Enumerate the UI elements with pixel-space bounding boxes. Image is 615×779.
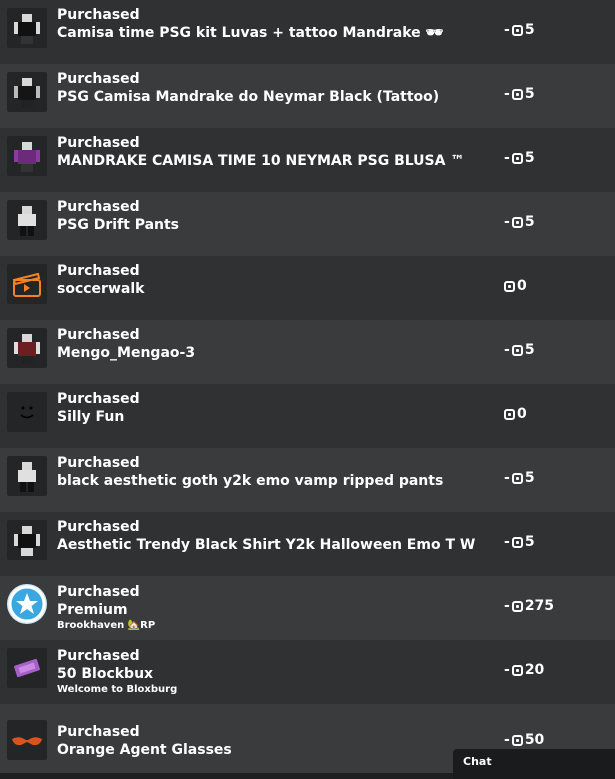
- price-value: 5: [524, 470, 535, 486]
- minus-sign: -: [504, 86, 510, 102]
- transaction-status: Purchased: [57, 7, 140, 23]
- face-thumbnail[interactable]: [7, 392, 47, 432]
- pants-thumbnail[interactable]: [7, 200, 47, 240]
- red-shirt-thumbnail[interactable]: [7, 328, 47, 368]
- transaction-status: Purchased: [57, 519, 140, 535]
- transaction-status: Purchased: [57, 584, 140, 600]
- black-shirt-thumbnail[interactable]: [7, 520, 47, 560]
- robux-icon: [511, 734, 523, 746]
- price-value: 20: [524, 662, 545, 678]
- pants-thumbnail[interactable]: [7, 456, 47, 496]
- price-value: 275: [524, 598, 555, 614]
- black-shirt-thumbnail[interactable]: [7, 8, 47, 48]
- chat-label: Chat: [463, 755, 492, 768]
- price: -20: [504, 662, 544, 678]
- price-value: 5: [524, 214, 535, 230]
- blockbux-ticket[interactable]: [7, 648, 47, 688]
- price: -275: [504, 598, 554, 614]
- price: -5: [504, 22, 535, 38]
- item-name-link[interactable]: PSG Drift Pants: [57, 216, 179, 234]
- item-name-link[interactable]: Mengo_Mengao-3: [57, 344, 195, 362]
- transaction-status: Purchased: [57, 199, 140, 215]
- premium-star-badge[interactable]: [7, 584, 47, 624]
- price-value: 0: [517, 406, 527, 422]
- price: -50: [504, 732, 544, 748]
- transaction-row: Purchased Silly Fun 0: [0, 384, 615, 448]
- transaction-status: Purchased: [57, 724, 140, 740]
- price-value: 5: [524, 150, 535, 166]
- orange-glasses-thumbnail[interactable]: [7, 720, 47, 760]
- robux-icon: [504, 280, 515, 292]
- price-value: 0: [517, 278, 527, 294]
- item-name-link[interactable]: Orange Agent Glasses: [57, 741, 232, 759]
- price: 0: [504, 406, 527, 422]
- item-name-link[interactable]: black aesthetic goth y2k emo vamp ripped…: [57, 472, 443, 490]
- item-name-link[interactable]: Silly Fun: [57, 408, 124, 426]
- robux-icon: [511, 216, 523, 228]
- item-name-link[interactable]: 50 Blockbux: [57, 665, 153, 683]
- transaction-status: Purchased: [57, 391, 140, 407]
- transaction-row: Purchased MANDRAKE CAMISA TIME 10 NEYMAR…: [0, 128, 615, 192]
- transaction-row: Purchased Camisa time PSG kit Luvas + ta…: [0, 0, 615, 64]
- minus-sign: -: [504, 534, 510, 550]
- item-name-link[interactable]: Camisa time PSG kit Luvas + tattoo Mandr…: [57, 24, 443, 42]
- price: -5: [504, 534, 535, 550]
- transaction-row: Purchased PSG Camisa Mandrake do Neymar …: [0, 64, 615, 128]
- minus-sign: -: [504, 470, 510, 486]
- price: -5: [504, 342, 535, 358]
- place-link[interactable]: Welcome to Bloxburg: [57, 684, 177, 695]
- robux-icon: [511, 152, 523, 164]
- transaction-status: Purchased: [57, 648, 140, 664]
- price-value: 5: [524, 342, 535, 358]
- transaction-row: Purchased black aesthetic goth y2k emo v…: [0, 448, 615, 512]
- robux-icon: [504, 408, 515, 420]
- robux-icon: [511, 24, 523, 36]
- place-link[interactable]: Brookhaven 🏡RP: [57, 620, 155, 631]
- minus-sign: -: [504, 662, 510, 678]
- animation-clapperboard-icon[interactable]: [7, 264, 47, 304]
- minus-sign: -: [504, 150, 510, 166]
- transaction-status: Purchased: [57, 327, 140, 343]
- price: -5: [504, 150, 535, 166]
- transaction-row: Purchased Premium Brookhaven 🏡RP -275: [0, 576, 615, 640]
- item-name-link[interactable]: Premium: [57, 601, 128, 619]
- minus-sign: -: [504, 342, 510, 358]
- minus-sign: -: [504, 732, 510, 748]
- price-value: 5: [524, 534, 535, 550]
- transaction-status: Purchased: [57, 135, 140, 151]
- robux-icon: [511, 600, 523, 612]
- robux-icon: [511, 664, 523, 676]
- price: 0: [504, 278, 527, 294]
- item-name-link[interactable]: MANDRAKE CAMISA TIME 10 NEYMAR PSG BLUSA…: [57, 152, 464, 170]
- minus-sign: -: [504, 598, 510, 614]
- transaction-row: Purchased Mengo_Mengao-3 -5: [0, 320, 615, 384]
- chat-button[interactable]: Chat: [453, 749, 615, 779]
- robux-icon: [511, 88, 523, 100]
- robux-icon: [511, 536, 523, 548]
- price-value: 5: [524, 22, 535, 38]
- transaction-row: Purchased 50 Blockbux Welcome to Bloxbur…: [0, 640, 615, 704]
- price: -5: [504, 214, 535, 230]
- transaction-row: Purchased Aesthetic Trendy Black Shirt Y…: [0, 512, 615, 576]
- transaction-row: Purchased soccerwalk 0: [0, 256, 615, 320]
- price: -5: [504, 86, 535, 102]
- item-name-link[interactable]: soccerwalk: [57, 280, 144, 298]
- transaction-row: Purchased PSG Drift Pants -5: [0, 192, 615, 256]
- price-value: 5: [524, 86, 535, 102]
- transaction-status: Purchased: [57, 263, 140, 279]
- price-value: 50: [524, 732, 545, 748]
- price: -5: [504, 470, 535, 486]
- black-shirt-thumbnail[interactable]: [7, 72, 47, 112]
- robux-icon: [511, 472, 523, 484]
- item-name-link[interactable]: Aesthetic Trendy Black Shirt Y2k Hallowe…: [57, 536, 475, 554]
- minus-sign: -: [504, 214, 510, 230]
- minus-sign: -: [504, 22, 510, 38]
- item-name-link[interactable]: PSG Camisa Mandrake do Neymar Black (Tat…: [57, 88, 439, 106]
- transaction-status: Purchased: [57, 71, 140, 87]
- robux-icon: [511, 344, 523, 356]
- transaction-status: Purchased: [57, 455, 140, 471]
- purple-shirt-thumbnail[interactable]: [7, 136, 47, 176]
- bottom-bar: [0, 773, 453, 779]
